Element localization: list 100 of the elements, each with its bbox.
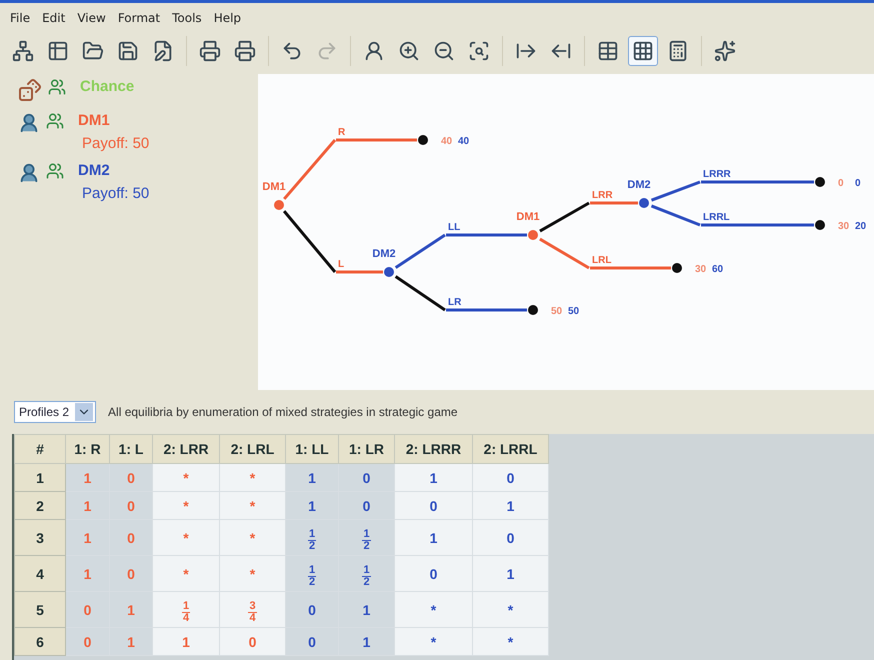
leaf-node[interactable] bbox=[815, 177, 825, 187]
decision-node[interactable] bbox=[384, 267, 394, 277]
table-cell: 1 bbox=[110, 628, 152, 656]
payoff-text: Payoff: 50 bbox=[82, 135, 150, 152]
table-cell: 1 2 bbox=[286, 556, 338, 592]
column-header[interactable]: 2: LRL bbox=[220, 434, 286, 464]
table-cell: 0 bbox=[110, 464, 152, 492]
table-cell: 0 bbox=[110, 492, 152, 520]
table-cell: * bbox=[152, 556, 220, 592]
person-icon bbox=[363, 40, 385, 62]
payoff-value: 0 bbox=[838, 178, 844, 189]
table-cell: 0 bbox=[286, 628, 338, 656]
row-number: 4 bbox=[14, 556, 66, 592]
printer-icon bbox=[199, 40, 221, 62]
payoff-value: 50 bbox=[568, 306, 580, 317]
branch-line[interactable] bbox=[650, 204, 701, 226]
table-cell: 1 bbox=[472, 556, 548, 592]
column-header[interactable]: 2: LRRL bbox=[472, 434, 548, 464]
save-icon bbox=[117, 40, 139, 62]
column-header[interactable]: 2: LRRR bbox=[394, 434, 472, 464]
branch-line[interactable] bbox=[394, 275, 446, 312]
table-cell: 1 bbox=[66, 520, 110, 556]
grid-icon bbox=[632, 40, 654, 62]
payoff-value: 30 bbox=[695, 264, 706, 275]
payoff-value: 60 bbox=[712, 264, 724, 275]
table-cell: 0 bbox=[66, 628, 110, 656]
zoom-out-icon bbox=[433, 40, 455, 62]
row-number: 5 bbox=[14, 592, 66, 628]
payoff-value: 0 bbox=[855, 178, 861, 189]
person-icon bbox=[18, 162, 40, 184]
column-header[interactable]: 1: L bbox=[110, 434, 152, 464]
branch-line[interactable] bbox=[539, 202, 590, 232]
branch-line[interactable] bbox=[650, 180, 701, 202]
column-header[interactable]: # bbox=[14, 434, 66, 464]
leaf-node[interactable] bbox=[418, 135, 428, 145]
node-label: DM1 bbox=[516, 211, 540, 223]
table-cell: 0 bbox=[338, 492, 394, 520]
table-cell: 0 bbox=[66, 592, 110, 628]
table-cell: * bbox=[394, 628, 472, 656]
table-cell: 1 bbox=[66, 464, 110, 492]
table-cell: 1 bbox=[66, 556, 110, 592]
table-cell: * bbox=[394, 592, 472, 628]
move-label: R bbox=[338, 127, 346, 138]
move-label: LRL bbox=[592, 255, 612, 266]
menu-item[interactable]: Format bbox=[114, 11, 164, 25]
table-cell: * bbox=[152, 520, 220, 556]
grid-button[interactable] bbox=[628, 36, 658, 66]
table-cell: 0 bbox=[110, 520, 152, 556]
stars-icon bbox=[714, 40, 736, 62]
node-label: DM2 bbox=[627, 179, 651, 191]
profiles-dropdown[interactable]: Profiles 2 bbox=[14, 401, 96, 423]
branch-line[interactable] bbox=[394, 234, 446, 269]
menu-item[interactable]: Tools bbox=[168, 11, 206, 25]
move-label: LL bbox=[448, 222, 460, 233]
table-cell: 1 2 bbox=[286, 520, 338, 556]
menu-item[interactable]: View bbox=[73, 11, 110, 25]
table-cell: 0 bbox=[286, 592, 338, 628]
table-cell: 0 bbox=[394, 492, 472, 520]
row-number: 6 bbox=[14, 628, 66, 656]
table-cell: 1 bbox=[66, 492, 110, 520]
payoff-text: Payoff: 50 bbox=[82, 185, 150, 202]
player-name: DM2 bbox=[78, 162, 111, 179]
group-icon bbox=[46, 112, 64, 130]
table-cell: 1 bbox=[394, 520, 472, 556]
table-cell: 0 bbox=[110, 556, 152, 592]
row-number: 2 bbox=[14, 492, 66, 520]
leaf-node[interactable] bbox=[672, 263, 682, 273]
column-header[interactable]: 1: LR bbox=[338, 434, 394, 464]
menu-item[interactable]: Help bbox=[210, 11, 246, 25]
table-cell: * bbox=[220, 492, 286, 520]
table-icon bbox=[597, 40, 619, 62]
move-label: LRRR bbox=[703, 169, 731, 180]
column-header[interactable]: 1: LL bbox=[286, 434, 338, 464]
menu-item[interactable]: Edit bbox=[38, 11, 70, 25]
menu-item[interactable]: File bbox=[6, 11, 34, 25]
payoff-value: 50 bbox=[551, 306, 562, 317]
decision-node[interactable] bbox=[639, 198, 649, 208]
person-icon bbox=[18, 112, 40, 134]
branch-line[interactable] bbox=[282, 210, 336, 273]
table-cell: * bbox=[220, 520, 286, 556]
node-label: DM2 bbox=[372, 248, 396, 260]
table-cell: 1 bbox=[110, 592, 152, 628]
leaf-node[interactable] bbox=[528, 305, 538, 315]
decision-node[interactable] bbox=[528, 230, 538, 240]
table-cell: * bbox=[220, 556, 286, 592]
column-header[interactable]: 1: R bbox=[66, 434, 110, 464]
move-label: LRRL bbox=[703, 212, 730, 223]
move-label: LRR bbox=[592, 190, 613, 201]
description-text: All equilibria by enumeration of mixed strategies in strategic game bbox=[108, 405, 458, 419]
leaf-node[interactable] bbox=[815, 220, 825, 230]
group-icon bbox=[46, 162, 64, 180]
column-header[interactable]: 2: LRR bbox=[152, 434, 220, 464]
table-cell: 1 bbox=[338, 628, 394, 656]
table-cell: * bbox=[152, 492, 220, 520]
table-cell: 0 bbox=[220, 628, 286, 656]
table-cell: 1 4 bbox=[152, 592, 220, 628]
row-number: 3 bbox=[14, 520, 66, 556]
table-cell: 1 bbox=[286, 464, 338, 492]
payoff-value: 40 bbox=[458, 136, 470, 147]
decision-node[interactable] bbox=[274, 200, 284, 210]
